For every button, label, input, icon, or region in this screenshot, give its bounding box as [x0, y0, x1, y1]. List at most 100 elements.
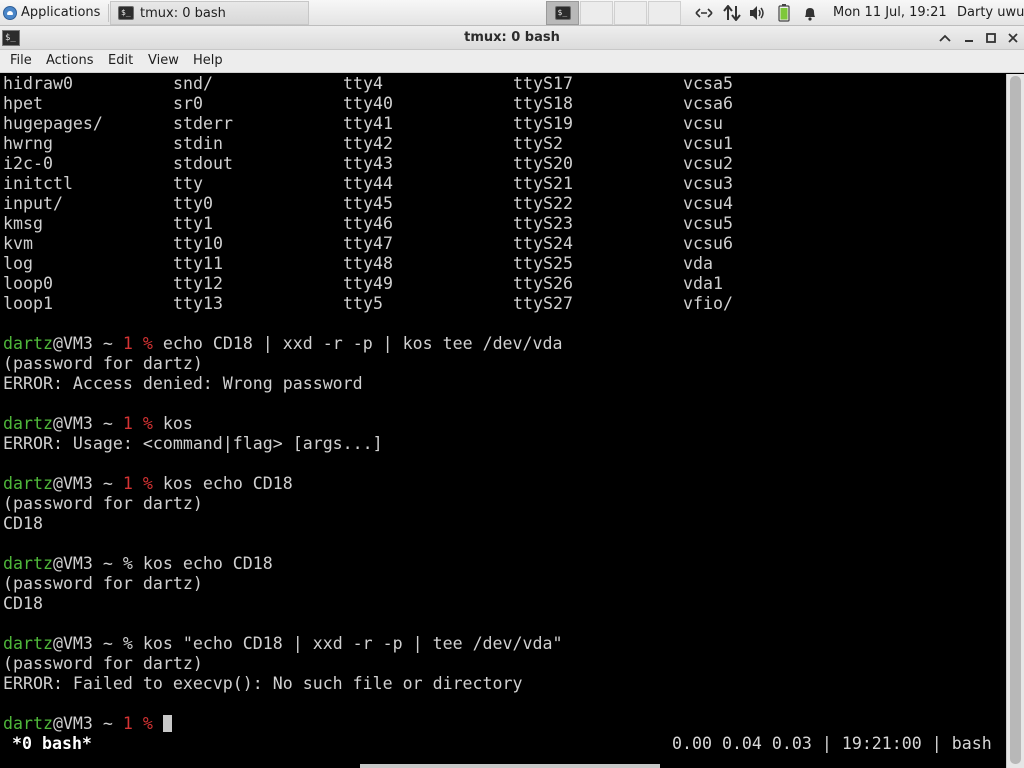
listing-entry: stdout — [173, 154, 233, 173]
listing-entry: tty41 — [343, 114, 393, 133]
menu-view[interactable]: View — [147, 50, 180, 72]
listing-entry: ttyS23 — [513, 214, 573, 233]
output-line: ERROR: Failed to execvp(): No such file … — [3, 674, 523, 693]
listing-entry: ttyS17 — [513, 74, 573, 93]
window-minimize-button[interactable] — [960, 29, 978, 47]
tmux-status-info: 0.00 0.04 0.03 | 19:21:00 | bash — [672, 734, 992, 753]
window-maximize-button[interactable] — [982, 29, 1000, 47]
listing-entry: vcsu5 — [683, 214, 733, 233]
menu-edit[interactable]: Edit — [107, 50, 134, 72]
output-line: CD18 — [3, 594, 43, 613]
menubar: File Actions Edit View Help — [0, 50, 1024, 73]
menu-actions[interactable]: Actions — [45, 50, 95, 72]
prompt-symbol: % — [142, 714, 153, 733]
volume-icon[interactable] — [748, 3, 768, 23]
workspace-4[interactable] — [648, 1, 681, 25]
listing-entry: input/ — [3, 194, 63, 213]
listing-entry: snd/ — [173, 74, 213, 93]
listing-entry: tty42 — [343, 134, 393, 153]
terminal-icon: $_ — [554, 6, 571, 20]
prompt-host: @VM3 ~ — [52, 634, 123, 653]
window-titlebar[interactable]: $_ tmux: 0 bash — [0, 26, 1024, 50]
listing-entry: ttyS2 — [513, 134, 563, 153]
prompt-user: dartz — [3, 714, 53, 733]
prompt-user: dartz — [3, 474, 53, 493]
current-prompt-line[interactable]: dartz@VM3 ~ 1 % — [3, 714, 172, 734]
window-bottom-edge — [360, 764, 660, 768]
listing-entry: tty5 — [343, 294, 383, 313]
prompt-line: dartz@VM3 ~ 1 % kos echo CD18 — [3, 474, 293, 494]
taskbar-window-button[interactable]: $_ tmux: 0 bash — [110, 1, 309, 25]
prompt-user: dartz — [3, 334, 53, 353]
menu-help[interactable]: Help — [192, 50, 224, 72]
applications-label: Applications — [21, 5, 101, 20]
window-shade-button[interactable] — [936, 29, 954, 47]
output-line: CD18 — [3, 514, 43, 533]
listing-entry: ttyS20 — [513, 154, 573, 173]
listing-row: loop1 tty13 tty5 ttyS27 vfio/ — [3, 294, 733, 314]
listing-entry: ttyS18 — [513, 94, 573, 113]
listing-entry: stderr — [173, 114, 233, 133]
prompt-user: dartz — [3, 414, 53, 433]
listing-entry: ttyS22 — [513, 194, 573, 213]
panel-separator — [108, 4, 109, 22]
prompt-host: @VM3 ~ — [52, 554, 123, 573]
window-title: tmux: 0 bash — [464, 30, 560, 45]
listing-entry: tty12 — [173, 274, 223, 293]
listing-entry: tty46 — [343, 214, 393, 233]
output-line: ERROR: Access denied: Wrong password — [3, 374, 363, 393]
command-text: kos echo CD18 — [142, 554, 273, 573]
output-line: (password for dartz) — [3, 494, 203, 513]
listing-entry: tty11 — [173, 254, 223, 273]
listing-entry: vda — [683, 254, 713, 273]
tmux-window-list[interactable]: *0 bash* — [12, 734, 92, 754]
prompt-symbol: % — [122, 554, 133, 573]
window-close-button[interactable] — [1004, 29, 1022, 47]
applications-logo-icon — [3, 5, 17, 20]
workspace-2[interactable] — [580, 1, 613, 25]
scrollbar-thumb[interactable] — [1010, 76, 1021, 764]
listing-entry: sr0 — [173, 94, 203, 113]
listing-entry: ttyS24 — [513, 234, 573, 253]
listing-entry: initctl — [3, 174, 73, 193]
prompt-exit-code: 1 — [122, 334, 133, 353]
listing-entry: vda1 — [683, 274, 723, 293]
battery-icon[interactable] — [776, 3, 792, 23]
taskbar-window-label: tmux: 0 bash — [140, 5, 226, 21]
workspace-3[interactable] — [614, 1, 647, 25]
listing-entry: ttyS27 — [513, 294, 573, 313]
listing-entry: ttyS26 — [513, 274, 573, 293]
prompt-user: dartz — [3, 634, 53, 653]
listing-row: hugepages/ stderr tty41 ttyS19 vcsu — [3, 114, 723, 134]
terminal-area[interactable]: hidraw0 snd/ tty4 ttyS17 vcsa5 hpet sr0 … — [0, 74, 1006, 768]
listing-entry: tty48 — [343, 254, 393, 273]
workspace-1[interactable]: $_ — [546, 1, 579, 25]
listing-entry: tty45 — [343, 194, 393, 213]
listing-entry: tty13 — [173, 294, 223, 313]
listing-row: log tty11 tty48 ttyS25 vda — [3, 254, 713, 274]
prompt-symbol: % — [142, 334, 153, 353]
listing-entry: vcsu — [683, 114, 723, 133]
listing-entry: hpet — [3, 94, 43, 113]
listing-row: i2c-0 stdout tty43 ttyS20 vcsu2 — [3, 154, 733, 174]
network-icon[interactable] — [694, 3, 714, 23]
menu-file[interactable]: File — [9, 50, 33, 72]
transfer-icon[interactable] — [722, 3, 742, 23]
listing-entry: vfio/ — [683, 294, 733, 313]
listing-entry: tty10 — [173, 234, 223, 253]
notification-bell-icon[interactable] — [800, 3, 820, 23]
panel-clock[interactable]: Mon 11 Jul, 19:21 — [833, 0, 947, 25]
panel-user-name[interactable]: Darty uwu — [957, 0, 1024, 25]
prompt-host: @VM3 ~ — [52, 414, 123, 433]
output-line: (password for dartz) — [3, 654, 203, 673]
listing-row: input/ tty0 tty45 ttyS22 vcsu4 — [3, 194, 733, 214]
terminal-scrollbar[interactable] — [1006, 74, 1024, 768]
prompt-host: @VM3 ~ — [52, 714, 123, 733]
listing-row: hwrng stdin tty42 ttyS2 vcsu1 — [3, 134, 733, 154]
listing-entry: tty — [173, 174, 203, 193]
listing-entry: loop0 — [3, 274, 53, 293]
applications-menu-button[interactable]: Applications — [0, 0, 107, 25]
listing-entry: hwrng — [3, 134, 53, 153]
listing-entry: stdin — [173, 134, 223, 153]
listing-entry: tty44 — [343, 174, 393, 193]
